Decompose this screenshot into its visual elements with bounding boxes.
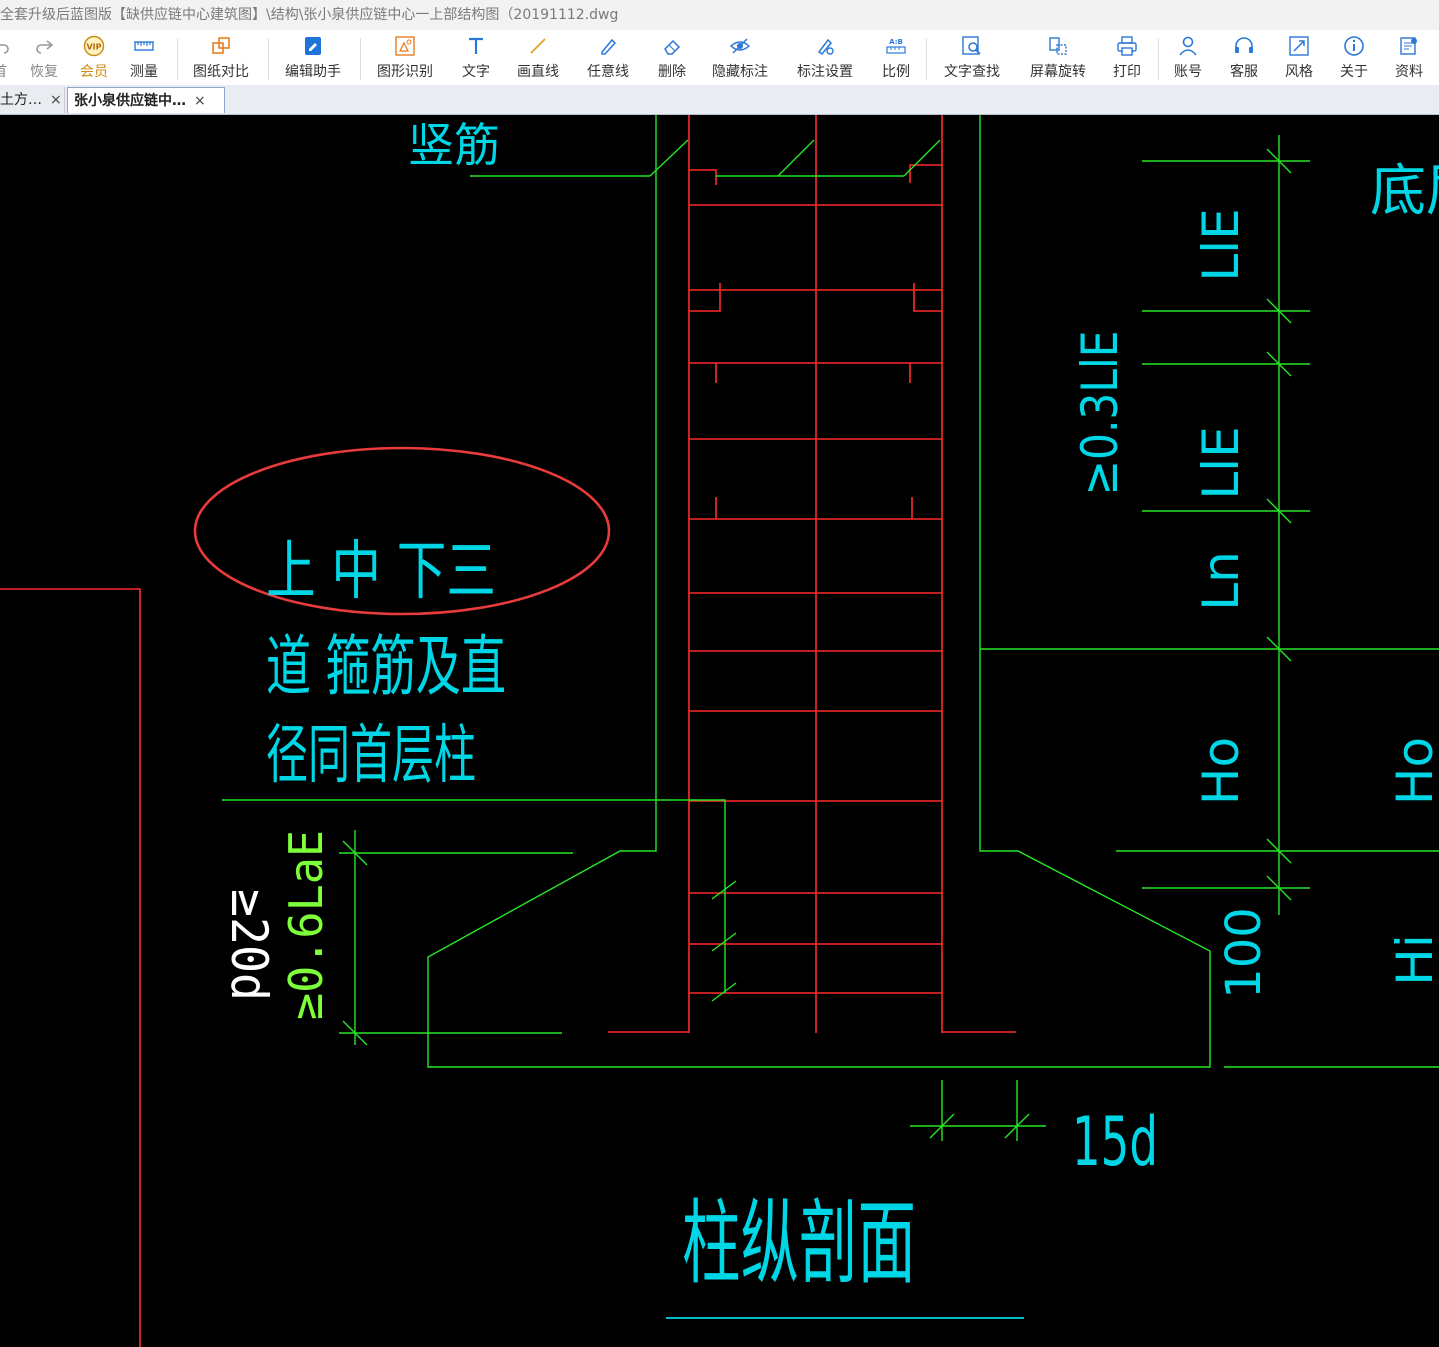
window-title-bar: 全套升级后蓝图版【缺供应链中心建筑图】\结构\张小泉供应链中心一上部结构图（20… xyxy=(0,0,1439,30)
rotate-icon xyxy=(1049,37,1067,55)
text-tool-button[interactable]: 文字 xyxy=(458,33,494,83)
dim-lle-mid-label: LlE xyxy=(1192,426,1250,499)
shape-recognize-icon xyxy=(395,36,415,56)
svg-text:VIP: VIP xyxy=(86,43,101,52)
document-tab-bar: 土方… × 张小泉供应链中… × xyxy=(0,85,1439,115)
dim-20d-label: ≥20d xyxy=(220,889,278,1001)
note-line-2: 道 箍筋及直 xyxy=(266,628,506,705)
close-icon[interactable]: × xyxy=(50,92,62,108)
ruler-icon xyxy=(134,41,154,51)
freehand-line-button[interactable]: 任意线 xyxy=(584,33,632,83)
pen-icon xyxy=(601,38,617,55)
dim-ho-left-label: Ho xyxy=(1192,737,1250,805)
about-button[interactable]: 关于 xyxy=(1336,33,1372,83)
docs-button[interactable]: 资料 xyxy=(1391,33,1427,83)
compare-icon xyxy=(212,37,230,54)
note-line-3: 径同首层柱 xyxy=(266,719,476,793)
corner-label: 底层 xyxy=(1370,159,1439,224)
section-title: 柱纵剖面 xyxy=(682,1190,916,1297)
main-toolbar: 首 恢复 VIP 会员 测量 图纸对比 编辑助手 图形识别 文字 画直线 任意线… xyxy=(0,30,1439,86)
redo-button[interactable]: 恢复 xyxy=(26,33,62,83)
scale-icon: A:B xyxy=(886,38,906,54)
dim-06lae-label: ≥0.6LaE xyxy=(279,830,333,1020)
info-icon xyxy=(1344,36,1364,56)
eraser-icon xyxy=(664,39,681,55)
style-button[interactable]: 风格 xyxy=(1281,33,1317,83)
svg-text:A:B: A:B xyxy=(889,38,903,46)
toolbar-separator xyxy=(1158,38,1159,80)
tab-structure-drawing[interactable]: 张小泉供应链中… × xyxy=(67,87,225,113)
vip-icon: VIP xyxy=(83,35,105,57)
window-title: 全套升级后蓝图版【缺供应链中心建筑图】\结构\张小泉供应链中心一上部结构图（20… xyxy=(0,7,619,23)
close-icon[interactable]: × xyxy=(194,93,206,109)
annotation-settings-button[interactable]: 标注设置 xyxy=(793,33,857,83)
scale-button[interactable]: A:B 比例 xyxy=(878,33,914,83)
rebar-cage xyxy=(0,115,1016,1347)
tab-label: 土方… xyxy=(0,92,42,108)
line-icon xyxy=(530,38,546,54)
delete-button[interactable]: 删除 xyxy=(654,33,690,83)
edit-assistant-button[interactable]: 编辑助手 xyxy=(282,33,344,83)
dim-ho-right-label: Ho xyxy=(1386,737,1439,805)
headset-icon xyxy=(1235,37,1253,53)
dim-15d-label: 15d xyxy=(1072,1103,1158,1182)
text-search-icon xyxy=(962,36,981,55)
note-line-1: 上 中 下三 xyxy=(266,535,496,609)
vertical-rebar-label: 竖筋 xyxy=(408,118,500,172)
vip-button[interactable]: VIP 会员 xyxy=(76,33,112,83)
edit-assistant-icon xyxy=(305,37,321,55)
drawing-canvas[interactable]: 竖筋 上 中 下三 道 箍筋及直 径同首层柱 底层 ≥0.3LlE LlE Ll… xyxy=(0,115,1439,1347)
toolbar-separator xyxy=(360,38,361,80)
draw-line-button[interactable]: 画直线 xyxy=(514,33,562,83)
text-search-button[interactable]: 文字查找 xyxy=(940,33,1004,83)
customer-service-button[interactable]: 客服 xyxy=(1226,33,1262,83)
cad-drawing: 竖筋 上 中 下三 道 箍筋及直 径同首层柱 底层 ≥0.3LlE LlE Ll… xyxy=(0,115,1439,1347)
account-button[interactable]: 账号 xyxy=(1170,33,1206,83)
text-icon xyxy=(469,37,483,54)
toolbar-separator xyxy=(177,38,178,80)
style-icon xyxy=(1289,36,1309,56)
user-icon xyxy=(1179,36,1197,56)
docs-icon xyxy=(1400,37,1417,55)
screen-rotate-button[interactable]: 屏幕旋转 xyxy=(1026,33,1090,83)
undo-icon xyxy=(0,44,9,54)
tab-label: 张小泉供应链中… xyxy=(74,93,186,109)
dim-100-label: 100 xyxy=(1216,907,1272,999)
toolbar-separator xyxy=(926,38,927,80)
hide-annotation-button[interactable]: 隐藏标注 xyxy=(708,33,772,83)
dim-hi-label: Hi xyxy=(1386,934,1439,986)
print-button[interactable]: 打印 xyxy=(1109,33,1145,83)
printer-icon xyxy=(1117,36,1137,56)
dim-lle-top-label: LlE xyxy=(1192,208,1250,281)
dim-ln-label: Ln xyxy=(1192,551,1250,611)
undo-button[interactable]: 首 xyxy=(0,33,14,83)
dim-03lle-label: ≥0.3LlE xyxy=(1071,331,1129,496)
shape-recognize-button[interactable]: 图形识别 xyxy=(374,33,436,83)
compare-button[interactable]: 图纸对比 xyxy=(190,33,252,83)
tab-earthwork[interactable]: 土方… × xyxy=(0,87,65,113)
toolbar-separator xyxy=(268,38,269,80)
redo-icon xyxy=(36,40,54,54)
eye-hide-icon xyxy=(729,38,751,54)
measure-button[interactable]: 测量 xyxy=(126,33,162,83)
annotation-settings-icon xyxy=(817,38,834,56)
